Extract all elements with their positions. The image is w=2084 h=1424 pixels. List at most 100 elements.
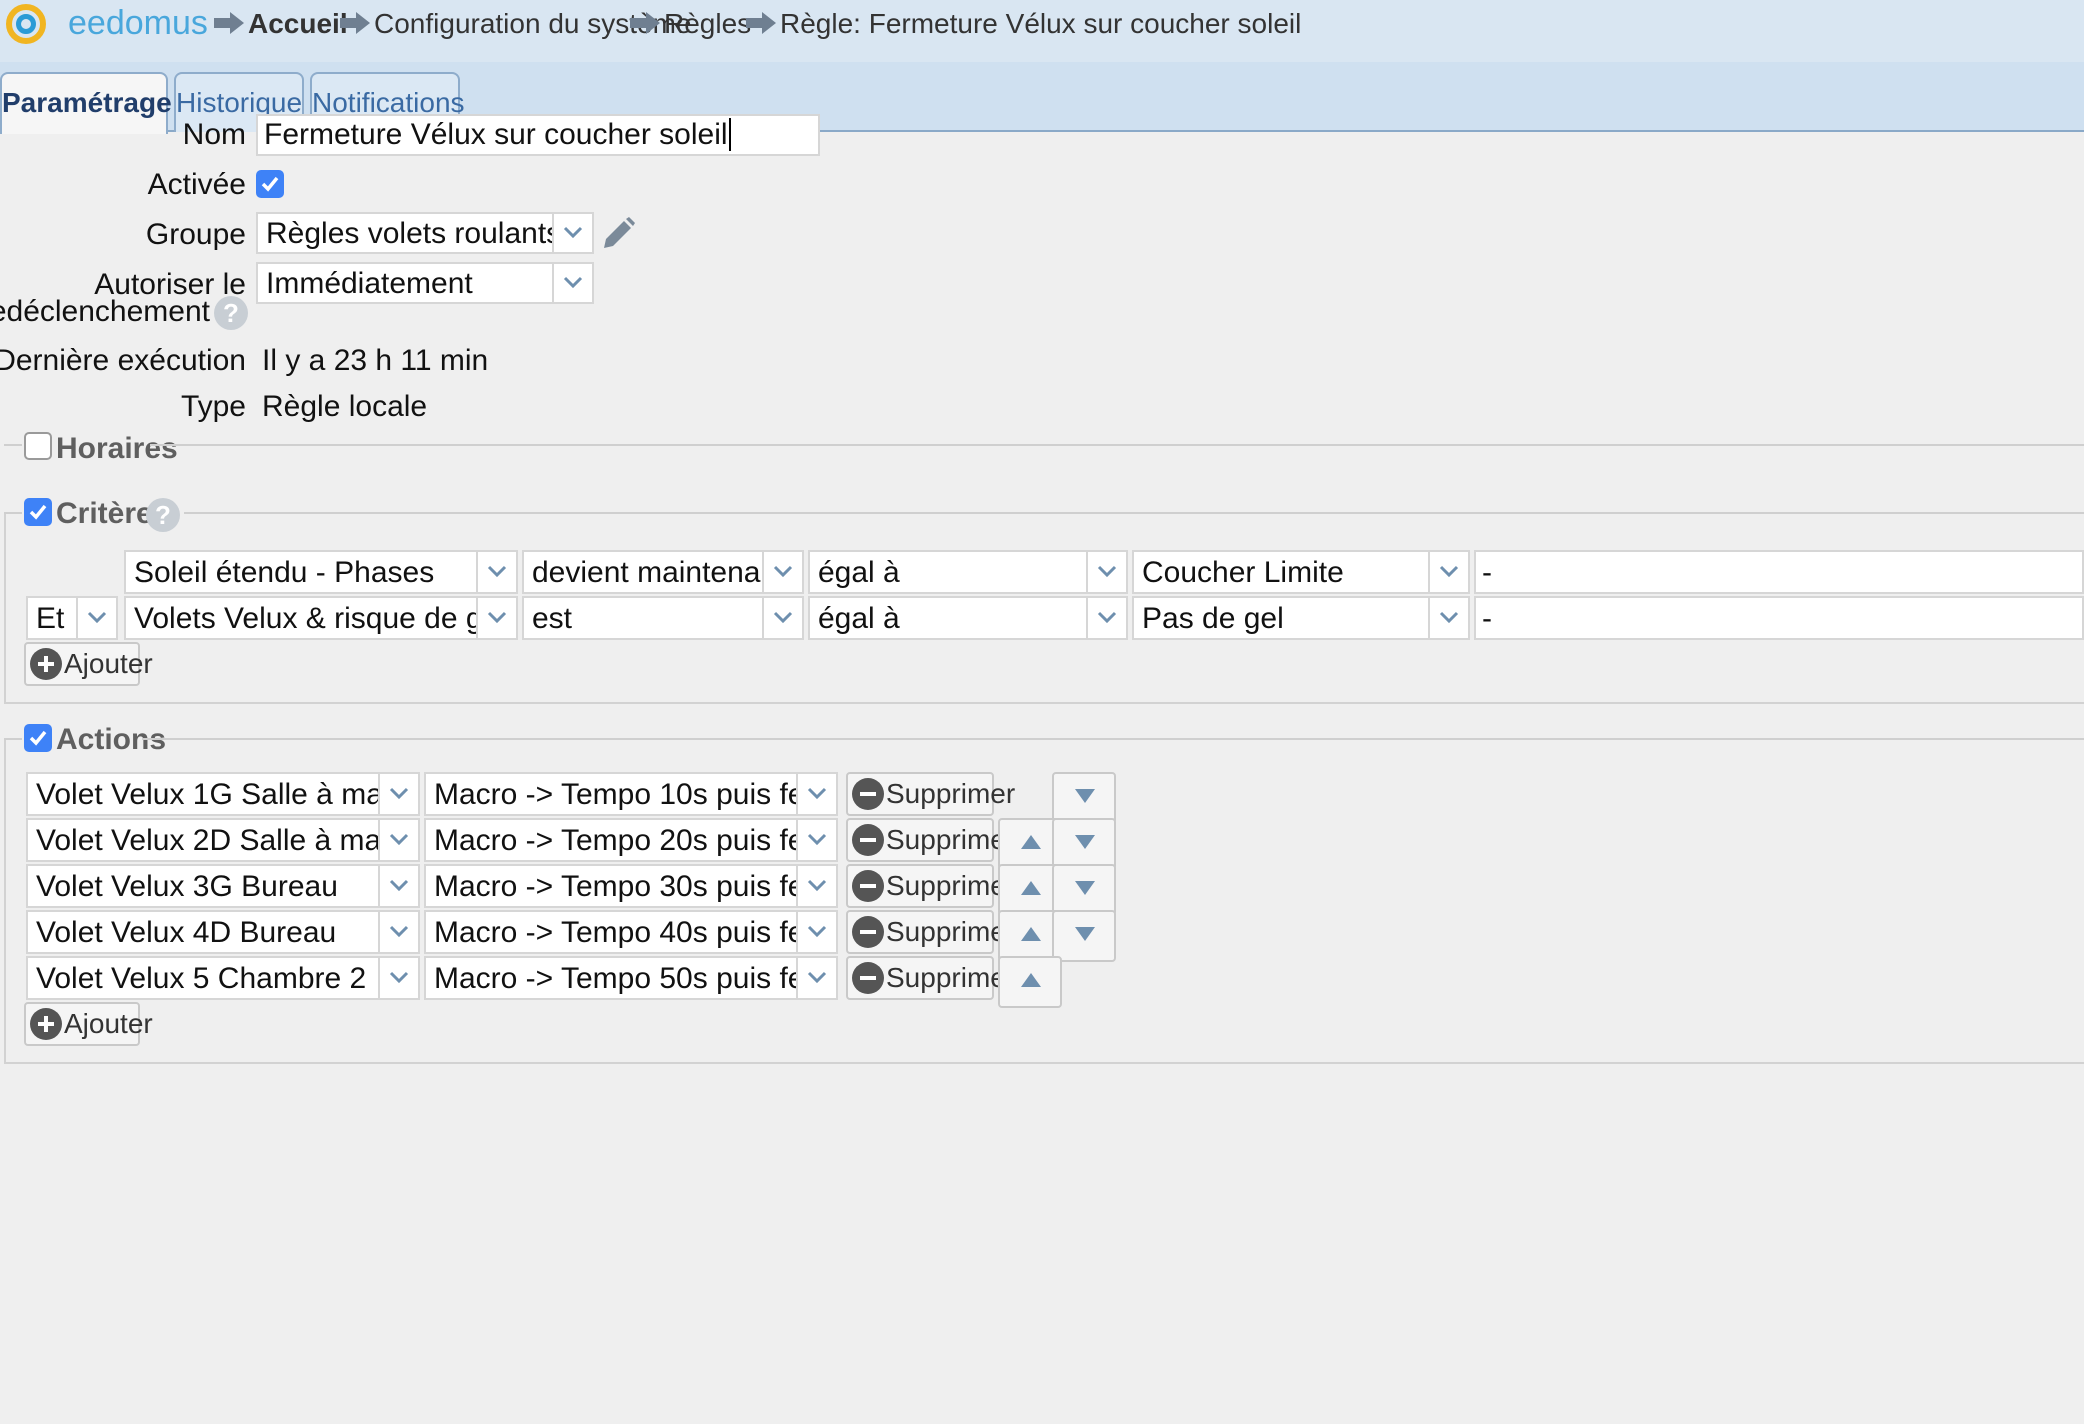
breadcrumb-arrow-icon <box>630 12 660 34</box>
activee-checkbox[interactable] <box>256 170 284 198</box>
horaires-title: Horaires <box>56 432 178 465</box>
type-value: Règle locale <box>262 390 428 423</box>
move-down-button[interactable] <box>1052 864 1116 916</box>
critere-extra-input[interactable]: - <box>1474 596 2084 640</box>
nom-input[interactable]: Fermeture Vélux sur coucher soleil <box>256 114 820 156</box>
action-device-value: Volet Velux 5 Chambre 2 <box>36 962 367 995</box>
critere-value-select[interactable]: Pas de gel <box>1132 596 1470 640</box>
chevron-down-icon[interactable] <box>378 912 418 952</box>
critere-device-select[interactable]: Volets Velux & risque de gel - Progı <box>124 596 518 640</box>
text-cursor <box>728 118 731 151</box>
delete-action-button[interactable]: Supprimer <box>846 818 1015 862</box>
section-divider <box>184 512 2084 514</box>
chevron-down-icon[interactable] <box>796 912 836 952</box>
action-macro-select[interactable]: Macro -> Tempo 20s puis fermé <box>424 818 838 862</box>
action-macro-select[interactable]: Macro -> Tempo 50s puis fermé <box>424 956 838 1000</box>
nom-value: Fermeture Vélux sur coucher soleil <box>264 118 728 151</box>
breadcrumb-regles[interactable]: Règles <box>664 8 751 40</box>
move-down-button[interactable] <box>1052 910 1116 962</box>
arrow-up-icon <box>1021 835 1041 849</box>
delete-action-button[interactable]: Supprimer <box>846 910 1015 954</box>
chevron-down-icon[interactable] <box>1428 598 1468 638</box>
add-critere-label: Ajouter <box>64 648 153 679</box>
action-device-select[interactable]: Volet Velux 2D Salle à manger <box>26 818 420 862</box>
critere-extra-value: - <box>1482 556 1492 589</box>
chevron-down-icon[interactable] <box>378 958 418 998</box>
logo-icon[interactable] <box>6 4 46 44</box>
move-up-button[interactable] <box>998 956 1062 1008</box>
logo-text[interactable]: eedomus <box>68 4 208 43</box>
critere-comparator-select[interactable]: égal à <box>808 550 1128 594</box>
delete-action-button[interactable]: Supprimer <box>846 864 1015 908</box>
chevron-down-icon[interactable] <box>1428 552 1468 592</box>
move-down-button[interactable] <box>1052 818 1116 870</box>
chevron-down-icon[interactable] <box>796 774 836 814</box>
delete-action-button[interactable]: Supprimer <box>846 956 1015 1000</box>
action-device-select[interactable]: Volet Velux 3G Bureau <box>26 864 420 908</box>
critere-condition-select[interactable]: devient maintenant <box>522 550 804 594</box>
action-macro-value: Macro -> Tempo 30s puis fermé <box>434 870 838 903</box>
action-macro-select[interactable]: Macro -> Tempo 30s puis fermé <box>424 864 838 908</box>
action-device-value: Volet Velux 4D Bureau <box>36 916 337 949</box>
derniere-execution-value: Il y a 23 h 11 min <box>262 344 489 377</box>
horaires-checkbox[interactable] <box>24 432 52 460</box>
breadcrumb-arrow-icon <box>340 12 370 34</box>
critere-device-select[interactable]: Soleil étendu - Phases <box>124 550 518 594</box>
critere-extra-value: - <box>1482 602 1492 635</box>
critere-operator-select[interactable]: Et <box>26 596 118 640</box>
tab-parametrage[interactable]: Paramétrage <box>0 72 172 134</box>
actions-title: Actions <box>56 723 167 756</box>
help-icon[interactable]: ? <box>214 296 248 330</box>
delete-action-label: Supprimer <box>886 824 1016 855</box>
chevron-down-icon[interactable] <box>76 598 116 638</box>
critere-extra-input[interactable]: - <box>1474 550 2084 594</box>
checkmark-icon <box>261 176 279 192</box>
criteres-checkbox[interactable] <box>24 498 52 526</box>
help-icon[interactable]: ? <box>146 498 180 532</box>
critere-comparator-select[interactable]: égal à <box>808 596 1128 640</box>
chevron-down-icon[interactable] <box>378 820 418 860</box>
add-critere-button[interactable]: Ajouter <box>24 642 153 686</box>
action-macro-value: Macro -> Tempo 20s puis fermé <box>434 824 838 857</box>
add-action-button[interactable]: Ajouter <box>24 1002 153 1046</box>
arrow-down-icon <box>1075 927 1095 941</box>
chevron-down-icon[interactable] <box>1086 552 1126 592</box>
chevron-down-icon[interactable] <box>762 552 802 592</box>
chevron-down-icon[interactable] <box>796 866 836 906</box>
groupe-select[interactable]: Règles volets roulants <box>256 212 594 254</box>
action-device-select[interactable]: Volet Velux 5 Chambre 2 <box>26 956 420 1000</box>
chevron-down-icon[interactable] <box>378 774 418 814</box>
actions-checkbox[interactable] <box>24 724 52 752</box>
chevron-down-icon[interactable] <box>1086 598 1126 638</box>
chevron-down-icon[interactable] <box>378 866 418 906</box>
type-label: Type <box>180 390 246 423</box>
chevron-down-icon[interactable] <box>476 598 516 638</box>
chevron-down-icon[interactable] <box>796 820 836 860</box>
chevron-down-icon[interactable] <box>476 552 516 592</box>
autoriser-select[interactable]: Immédiatement <box>256 262 594 304</box>
action-macro-value: Macro -> Tempo 50s puis fermé <box>434 962 838 995</box>
action-device-select[interactable]: Volet Velux 1G Salle à manger <box>26 772 420 816</box>
section-divider <box>142 738 2084 740</box>
critere-value-select[interactable]: Coucher Limite <box>1132 550 1470 594</box>
critere-condition-select[interactable]: est <box>522 596 804 640</box>
delete-action-button[interactable]: Supprimer <box>846 772 1015 816</box>
action-device-value: Volet Velux 2D Salle à manger <box>36 824 420 857</box>
breadcrumb-accueil[interactable]: Accueil <box>248 8 348 40</box>
action-macro-select[interactable]: Macro -> Tempo 10s puis fermé <box>424 772 838 816</box>
section-divider <box>4 512 22 514</box>
chevron-down-icon[interactable] <box>796 958 836 998</box>
action-device-select[interactable]: Volet Velux 4D Bureau <box>26 910 420 954</box>
action-macro-select[interactable]: Macro -> Tempo 40s puis fermé <box>424 910 838 954</box>
delete-action-label: Supprimer <box>886 870 1016 901</box>
pencil-icon[interactable] <box>600 216 636 252</box>
chevron-down-icon[interactable] <box>552 264 592 302</box>
action-device-value: Volet Velux 1G Salle à manger <box>36 778 420 811</box>
critere-value-value: Pas de gel <box>1142 602 1284 635</box>
chevron-down-icon[interactable] <box>552 214 592 252</box>
chevron-down-icon[interactable] <box>762 598 802 638</box>
critere-comparator-value: égal à <box>818 556 900 589</box>
groupe-label: Groupe <box>145 218 246 251</box>
arrow-down-icon <box>1075 789 1095 803</box>
move-down-button[interactable] <box>1052 772 1116 824</box>
